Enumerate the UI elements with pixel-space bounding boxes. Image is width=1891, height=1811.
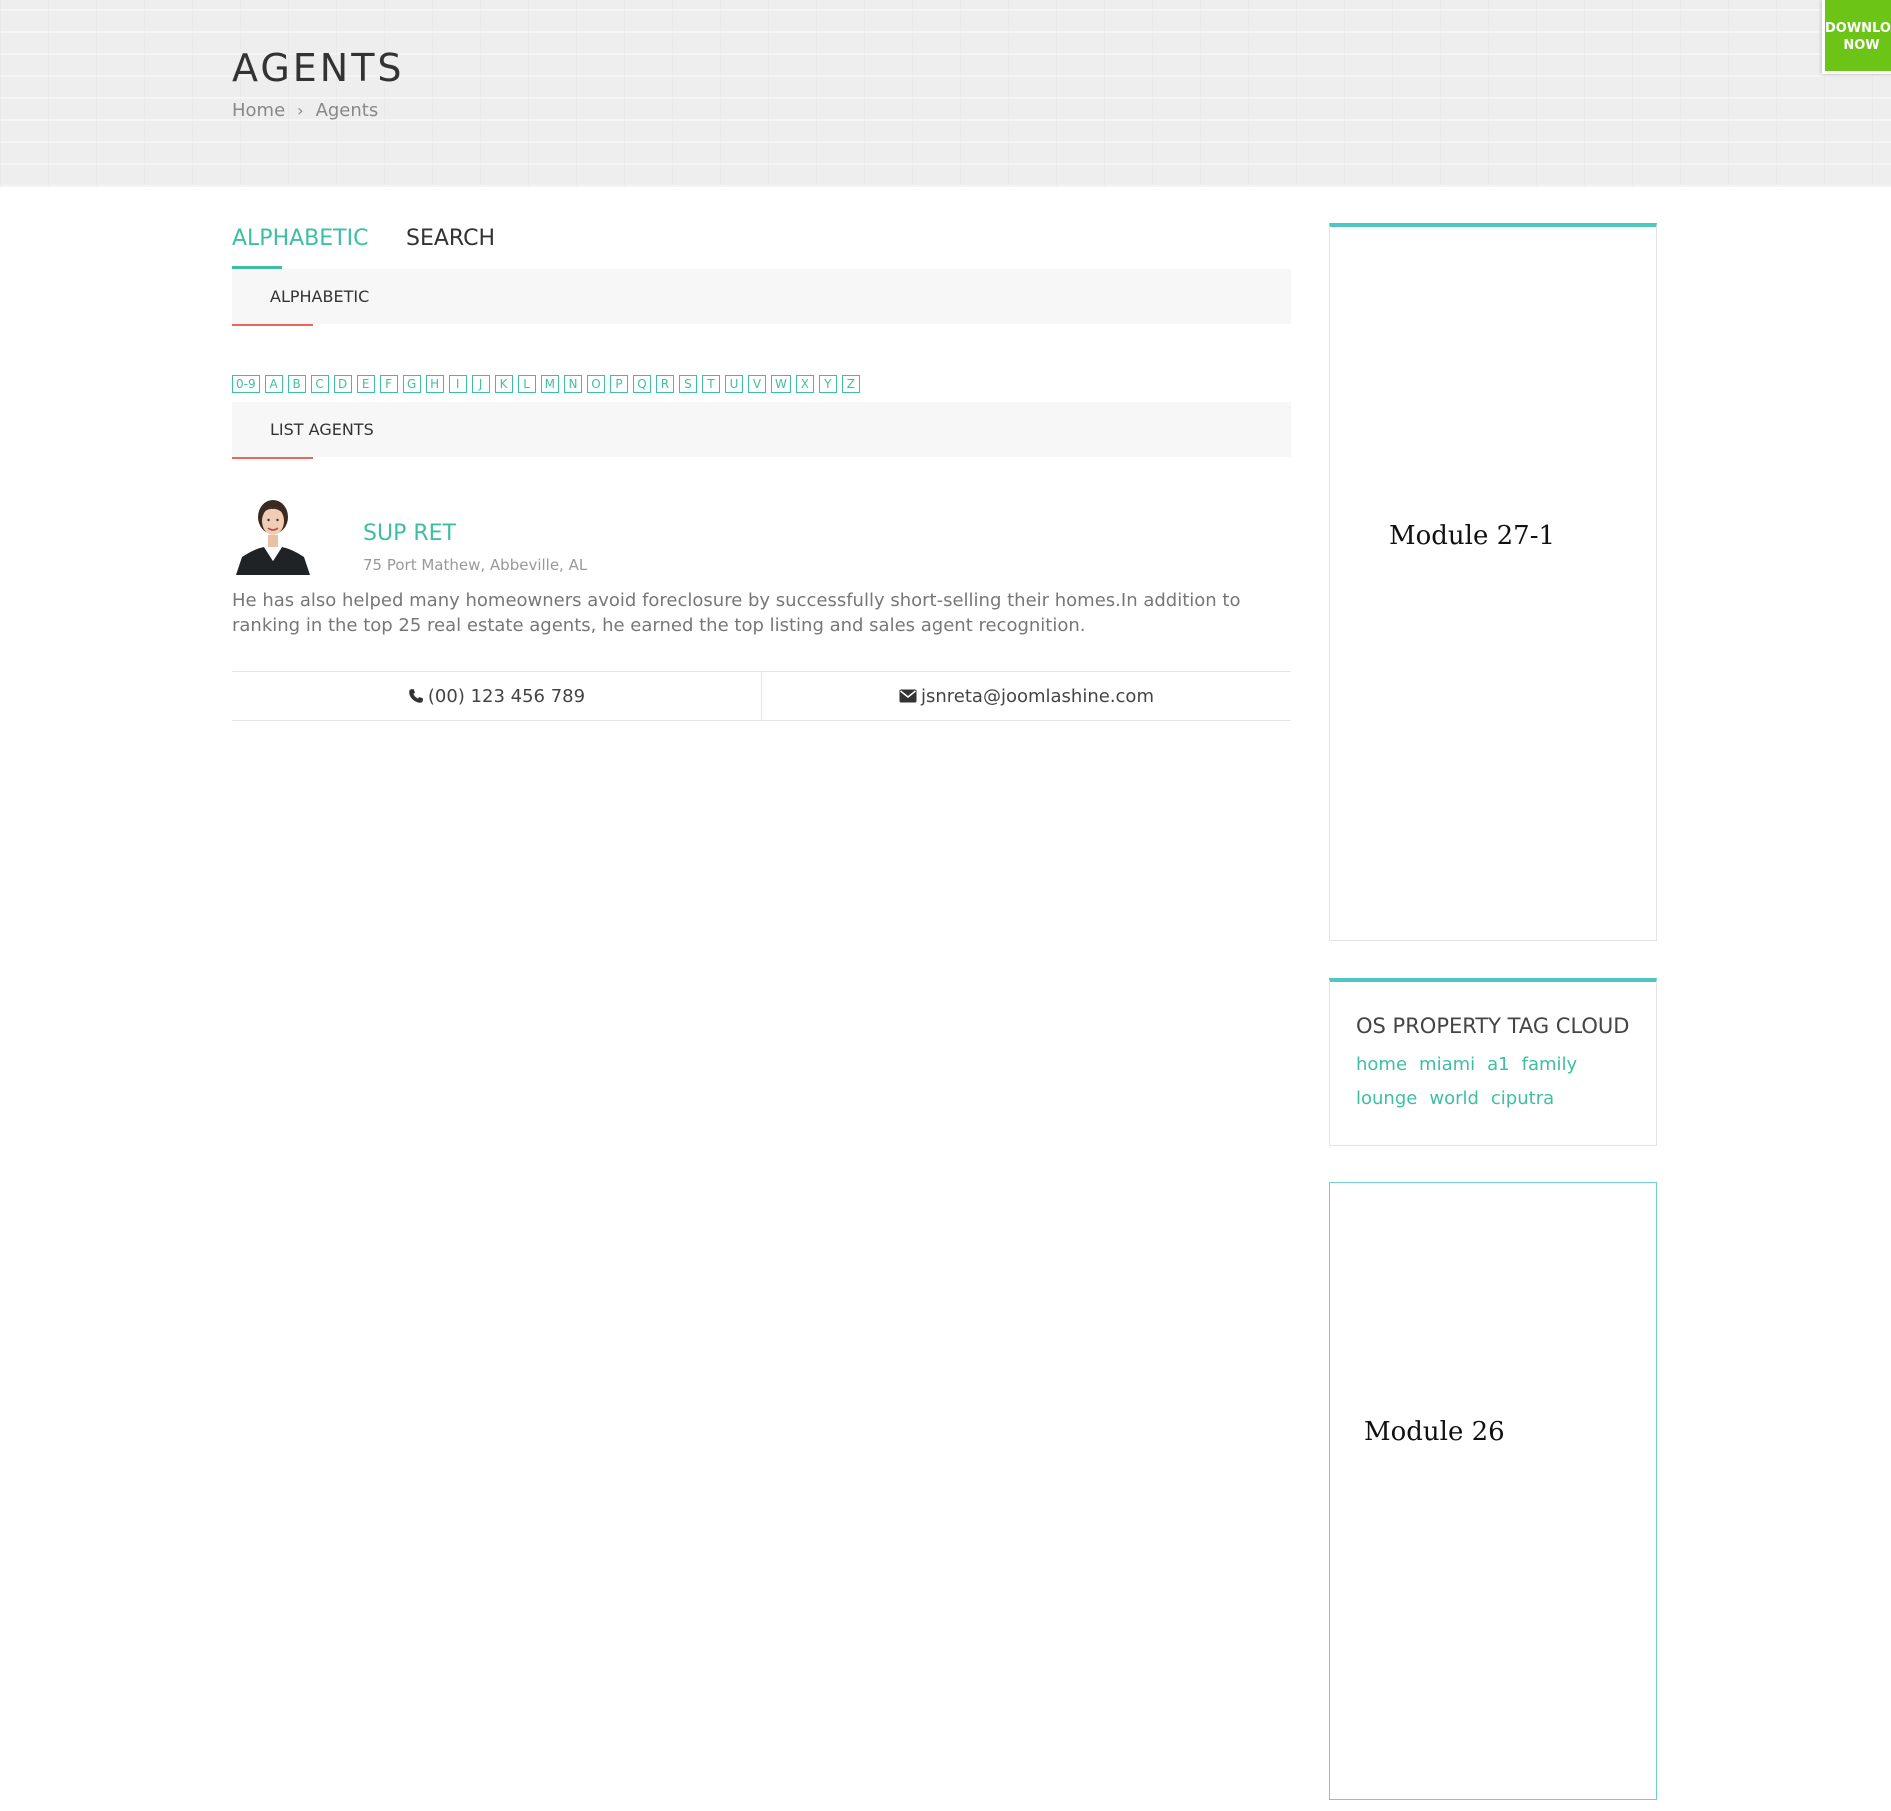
letter-filter-y[interactable]: Y	[818, 375, 837, 393]
letter-filter-o[interactable]: O	[586, 375, 605, 393]
sidebar-module-26: Module 26	[1329, 1182, 1657, 1800]
breadcrumb-current: Agents	[315, 100, 379, 121]
letter-filter-a[interactable]: A	[264, 375, 283, 393]
tag-cloud-module: OS PROPERTY TAG CLOUD home miami a1 fami…	[1329, 978, 1657, 1146]
tag-link-miami[interactable]: miami	[1419, 1050, 1475, 1080]
letter-filter-j[interactable]: J	[471, 375, 490, 393]
module-27-1-label: Module 27-1	[1389, 521, 1556, 551]
envelope-icon	[899, 689, 917, 703]
letter-filter-c[interactable]: C	[310, 375, 329, 393]
letter-filter-h[interactable]: H	[425, 375, 444, 393]
letter-filter-v[interactable]: V	[747, 375, 766, 393]
phone-icon	[409, 689, 423, 703]
letter-filter-s[interactable]: S	[678, 375, 697, 393]
agent-bio: He has also helped many homeowners avoid…	[232, 590, 1241, 636]
agent-phone-number: (00) 123 456 789	[427, 685, 586, 707]
tag-link-home[interactable]: home	[1356, 1050, 1407, 1080]
agent-photo[interactable]	[232, 495, 314, 575]
agent-email[interactable]: jsnreta@joomlashine.com	[761, 672, 1291, 720]
sidebar-module-27-1: Module 27-1	[1329, 223, 1657, 941]
tag-link-family[interactable]: family	[1522, 1050, 1578, 1080]
chevron-right-icon: ›	[297, 101, 304, 120]
letter-filter-r[interactable]: R	[655, 375, 674, 393]
letter-filter-b[interactable]: B	[287, 375, 306, 393]
tag-link-a1[interactable]: a1	[1487, 1050, 1509, 1080]
tab-alphabetic[interactable]: ALPHABETIC	[232, 226, 368, 269]
tag-link-lounge[interactable]: lounge	[1356, 1084, 1417, 1114]
letter-filter-p[interactable]: P	[609, 375, 628, 393]
tag-cloud-list: home miami a1 family lounge world ciputr…	[1356, 1050, 1596, 1114]
letter-filter-l[interactable]: L	[517, 375, 536, 393]
page-title: AGENTS	[232, 46, 405, 90]
agent-phone[interactable]: (00) 123 456 789	[232, 672, 761, 720]
download-label-line2: NOW	[1843, 38, 1880, 53]
tab-search[interactable]: SEARCH	[406, 226, 495, 251]
module-26-label: Module 26	[1364, 1417, 1505, 1447]
tag-link-ciputra[interactable]: ciputra	[1491, 1084, 1554, 1114]
letter-filter-z[interactable]: Z	[841, 375, 860, 393]
letter-filter-f[interactable]: F	[379, 375, 398, 393]
letter-filter-t[interactable]: T	[701, 375, 720, 393]
tag-cloud-title: OS PROPERTY TAG CLOUD	[1356, 1014, 1630, 1038]
letter-filter-u[interactable]: U	[724, 375, 743, 393]
agent-address: 75 Port Mathew, Abbeville, AL	[363, 556, 588, 574]
letter-filter-q[interactable]: Q	[632, 375, 651, 393]
page-header-banner: AGENTS Home › Agents	[0, 0, 1891, 187]
letter-filter-k[interactable]: K	[494, 375, 513, 393]
breadcrumb-home-link[interactable]: Home	[232, 100, 285, 121]
agent-contact-row: (00) 123 456 789 jsnreta@joomlashine.com	[232, 671, 1291, 721]
letter-filter-i[interactable]: I	[448, 375, 467, 393]
agent-name-link[interactable]: SUP RET	[363, 521, 456, 546]
letter-filter-x[interactable]: X	[795, 375, 814, 393]
list-agents-section-heading: LIST AGENTS	[232, 402, 1291, 459]
letter-filter-d[interactable]: D	[333, 375, 352, 393]
letter-filter-g[interactable]: G	[402, 375, 421, 393]
letter-filter-w[interactable]: W	[770, 375, 791, 393]
letter-filter-e[interactable]: E	[356, 375, 375, 393]
letter-filter-0-9[interactable]: 0-9	[232, 375, 260, 393]
letter-filter-n[interactable]: N	[563, 375, 582, 393]
agent-email-address: jsnreta@joomlashine.com	[921, 685, 1154, 707]
download-label-line1: DOWNLOA	[1825, 21, 1891, 36]
alphabetic-section-heading: ALPHABETIC	[232, 269, 1291, 326]
tag-link-world[interactable]: world	[1429, 1084, 1479, 1114]
agent-tabs: ALPHABETIC SEARCH	[232, 224, 1291, 270]
breadcrumb: Home › Agents	[232, 100, 378, 121]
letter-filter-list: 0-9 A B C D E F G H I J K L M N O P Q R …	[232, 375, 860, 393]
download-now-button[interactable]: DOWNLOA NOW	[1822, 0, 1891, 74]
letter-filter-m[interactable]: M	[540, 375, 559, 393]
